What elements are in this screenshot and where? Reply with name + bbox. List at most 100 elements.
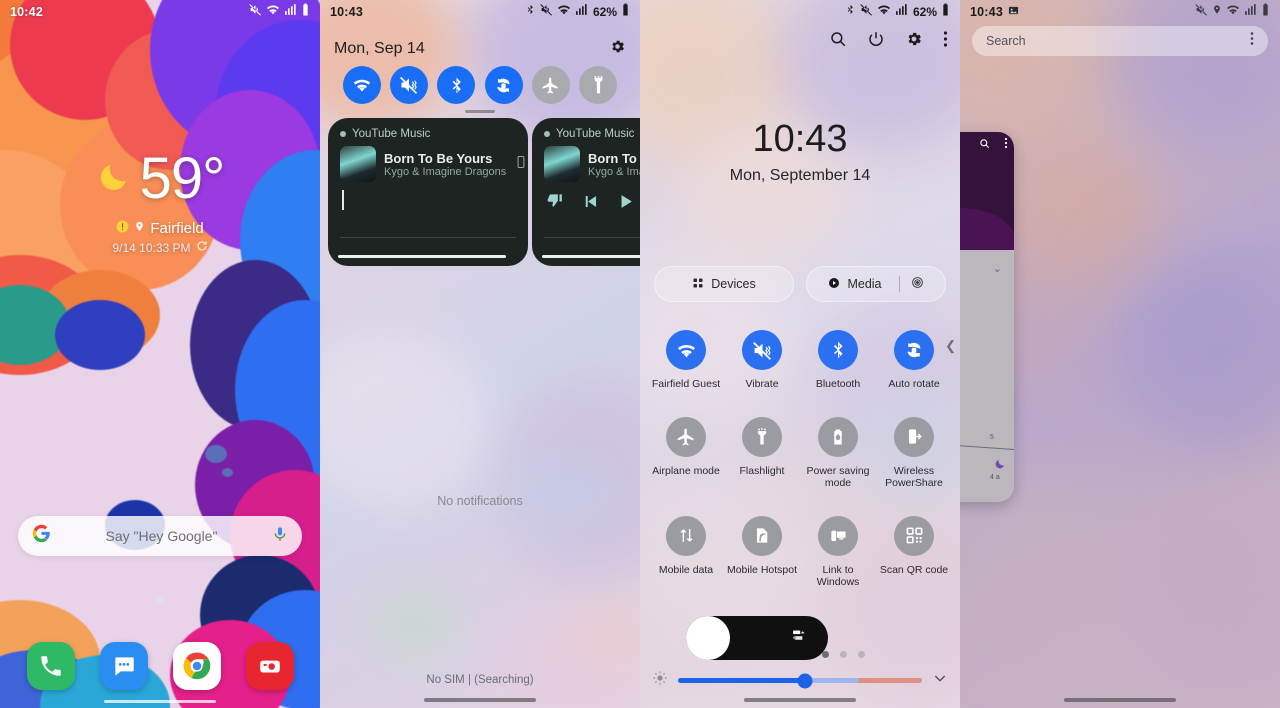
messages-app-icon[interactable] bbox=[99, 642, 148, 690]
overflow-menu-icon[interactable] bbox=[943, 30, 948, 53]
chevron-down-icon[interactable] bbox=[932, 670, 948, 691]
flashlight-toggle[interactable] bbox=[579, 66, 618, 104]
google-search-bar[interactable]: Say "Hey Google" bbox=[18, 516, 302, 556]
mute-icon bbox=[1195, 3, 1208, 21]
wifi-icon bbox=[877, 3, 891, 21]
carrier-status: No SIM | (Searching) bbox=[426, 674, 534, 686]
flashlight-icon bbox=[742, 416, 782, 457]
album-art bbox=[340, 146, 376, 182]
shade-drag-handle[interactable] bbox=[465, 110, 495, 113]
decorative-hill bbox=[960, 208, 1014, 250]
wireless-powershare-tile-label: Wireless PowerShare bbox=[885, 464, 943, 490]
scan-qr-tile[interactable]: Scan QR code bbox=[876, 515, 952, 589]
page-dot-3[interactable] bbox=[858, 651, 865, 658]
gear-icon[interactable] bbox=[905, 30, 923, 53]
clock-time: 10:43 bbox=[752, 118, 848, 160]
media-card-primary[interactable]: YouTube Music Born To Be Yours Kygo & Im… bbox=[328, 118, 528, 266]
mobile-hotspot-tile[interactable]: Mobile Hotspot bbox=[724, 515, 800, 589]
previous-icon[interactable] bbox=[581, 192, 600, 216]
auto-rotate-toggle[interactable] bbox=[484, 66, 523, 104]
bluetooth-tile[interactable]: Bluetooth bbox=[800, 330, 876, 391]
refresh-icon[interactable] bbox=[196, 240, 208, 255]
quick-toggles-row bbox=[320, 66, 640, 104]
status-bar-panel4: 10:43 bbox=[960, 0, 1280, 24]
overflow-menu-icon[interactable] bbox=[1250, 31, 1254, 51]
airplane-mode-tile[interactable]: Airplane mode bbox=[648, 416, 724, 490]
media-output-button[interactable] bbox=[686, 616, 828, 660]
power-saving-tile-label: Power saving mode bbox=[806, 464, 870, 490]
media-card-secondary[interactable]: YouTube Music Born To B Kygo & Ima bbox=[532, 118, 640, 266]
airplane-icon bbox=[666, 416, 706, 457]
microphone-icon[interactable] bbox=[272, 526, 288, 547]
wifi-tile-label: Fairfield Guest bbox=[651, 378, 721, 390]
app-dot-icon bbox=[544, 131, 550, 137]
play-icon[interactable] bbox=[616, 192, 635, 216]
app-dot-icon bbox=[340, 131, 346, 137]
wireless-powershare-tile[interactable]: Wireless PowerShare bbox=[876, 416, 952, 490]
devices-pill[interactable]: Devices bbox=[654, 266, 794, 302]
search-icon[interactable] bbox=[979, 136, 990, 154]
media-output-icon bbox=[791, 627, 808, 649]
signal-icon bbox=[284, 3, 297, 21]
play-circle-icon bbox=[828, 277, 840, 292]
navigation-pill[interactable] bbox=[104, 700, 216, 703]
signal-icon bbox=[575, 3, 588, 21]
brightness-slider[interactable] bbox=[678, 673, 922, 688]
camera-app-icon[interactable] bbox=[245, 642, 294, 690]
flashlight-tile-label: Flashlight bbox=[739, 464, 785, 477]
bluetooth-toggle[interactable] bbox=[437, 66, 476, 104]
toggle-knob[interactable] bbox=[686, 616, 730, 660]
sound-toggle[interactable] bbox=[389, 66, 428, 104]
search-placeholder: Search bbox=[986, 34, 1026, 48]
flashlight-tile[interactable]: Flashlight bbox=[724, 416, 800, 490]
brightness-knob[interactable] bbox=[797, 673, 813, 688]
mobile-data-tile[interactable]: Mobile data bbox=[648, 515, 724, 589]
panel-home-screen: 10:42 59° Fairfield 9/14 10:33 PM Say "H… bbox=[0, 0, 320, 708]
link-to-windows-tile[interactable]: Link to Windows bbox=[800, 515, 876, 589]
overflow-menu-icon[interactable] bbox=[1004, 136, 1008, 154]
cast-icon[interactable] bbox=[911, 276, 924, 292]
phone-app-icon[interactable] bbox=[26, 642, 75, 690]
media-seekbar[interactable] bbox=[544, 237, 640, 238]
card-line-3: speed bbox=[960, 321, 1006, 330]
weather-widget[interactable]: 59° Fairfield 9/14 10:33 PM bbox=[0, 150, 320, 255]
page-dot-2[interactable] bbox=[840, 651, 847, 658]
rotate-icon bbox=[894, 330, 934, 370]
location-icon bbox=[1212, 3, 1222, 21]
wifi-tile[interactable]: Fairfield Guest bbox=[648, 330, 724, 391]
search-icon[interactable] bbox=[829, 30, 847, 53]
navigation-pill[interactable] bbox=[744, 698, 856, 702]
card-line-1: like bbox=[960, 298, 1006, 307]
tiles-row-3: Mobile data Mobile Hotspot Link to Windo… bbox=[640, 515, 960, 589]
navigation-pill[interactable] bbox=[1064, 698, 1176, 702]
thumbs-down-icon[interactable] bbox=[546, 192, 565, 216]
auto-rotate-tile[interactable]: Auto rotate ❮ bbox=[876, 330, 956, 391]
chrome-app-icon[interactable] bbox=[172, 642, 221, 690]
media-pill[interactable]: Media bbox=[806, 266, 946, 302]
card-bottom-bar bbox=[338, 255, 506, 258]
power-icon[interactable] bbox=[867, 30, 885, 53]
text-cursor bbox=[342, 190, 344, 210]
page-dot-1[interactable] bbox=[822, 651, 829, 658]
tiles-row-1: Fairfield Guest Vibrate Bluetooth Auto r… bbox=[640, 330, 960, 391]
chevron-down-icon[interactable]: ⌄ bbox=[993, 262, 1002, 275]
media-seekbar[interactable] bbox=[340, 237, 516, 238]
navigation-pill[interactable] bbox=[424, 698, 536, 702]
wifi-toggle[interactable] bbox=[342, 66, 381, 104]
vibrate-tile[interactable]: Vibrate bbox=[724, 330, 800, 391]
bluetooth-tile-label: Bluetooth bbox=[815, 378, 861, 390]
devices-pill-label: Devices bbox=[711, 277, 756, 291]
blurred-wallpaper bbox=[320, 0, 640, 708]
card-header-icons bbox=[979, 136, 1008, 154]
recents-search-bar[interactable]: Search bbox=[972, 26, 1268, 56]
expand-chevron-icon[interactable]: ❮ bbox=[945, 338, 956, 354]
gear-icon[interactable] bbox=[609, 38, 626, 60]
card-header-image bbox=[960, 132, 1014, 250]
recent-app-card-weather[interactable]: ⌄ like ph speed 68° 5 3 am 4 a bbox=[960, 132, 1014, 502]
phone-icon[interactable] bbox=[514, 155, 528, 174]
weather-location: Fairfield bbox=[150, 220, 204, 237]
shade-header: Mon, Sep 14 bbox=[334, 38, 626, 60]
airplane-toggle[interactable] bbox=[531, 66, 570, 104]
wifi-icon bbox=[266, 3, 280, 21]
power-saving-tile[interactable]: Power saving mode bbox=[800, 416, 876, 490]
